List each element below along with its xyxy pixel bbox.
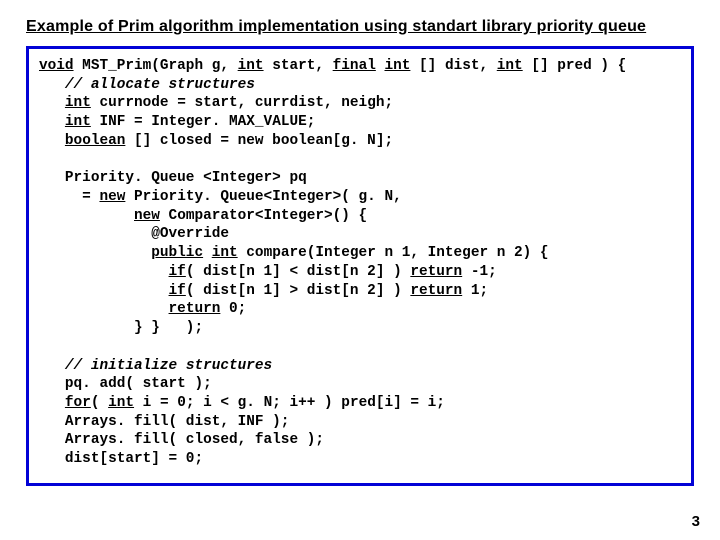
comment: // allocate structures: [65, 77, 255, 93]
comment: // initialize structures: [65, 358, 272, 374]
kw-int: int: [65, 114, 91, 130]
t: dist[start] = 0;: [39, 451, 203, 467]
t: 1;: [462, 283, 488, 299]
kw-new: new: [99, 189, 125, 205]
code-listing: void MST_Prim(Graph g, int start, final …: [39, 57, 681, 469]
kw-int: int: [384, 58, 410, 74]
kw-boolean: boolean: [65, 133, 125, 149]
t: (: [91, 395, 108, 411]
t: [39, 133, 65, 149]
t: i = 0; i < g. N; i++ ) pred[i] = i;: [134, 395, 445, 411]
page-number: 3: [692, 513, 700, 530]
t: [39, 152, 48, 168]
kw-public: public: [151, 245, 203, 261]
t: start,: [264, 58, 333, 74]
kw-return: return: [410, 264, 462, 280]
kw-new: new: [134, 208, 160, 224]
t: [39, 301, 169, 317]
t: ( dist[n 1] > dist[n 2] ): [186, 283, 411, 299]
t: Arrays. fill( closed, false );: [39, 432, 324, 448]
t: [39, 264, 169, 280]
kw-for: for: [65, 395, 91, 411]
kw-int: int: [65, 95, 91, 111]
t: Comparator<Integer>() {: [160, 208, 367, 224]
kw-return: return: [410, 283, 462, 299]
kw-int: int: [108, 395, 134, 411]
t: currnode = start, currdist, neigh;: [91, 95, 393, 111]
t: [] dist,: [410, 58, 496, 74]
t: Priority. Queue <Integer> pq: [39, 170, 307, 186]
t: [203, 245, 212, 261]
kw-void: void: [39, 58, 74, 74]
slide: Example of Prim algorithm implementation…: [0, 0, 720, 540]
kw-return: return: [169, 301, 221, 317]
kw-int: int: [238, 58, 264, 74]
t: [39, 283, 169, 299]
code-box: void MST_Prim(Graph g, int start, final …: [26, 46, 694, 486]
kw-if: if: [169, 283, 186, 299]
t: [39, 358, 65, 374]
t: [39, 339, 48, 355]
kw-int: int: [497, 58, 523, 74]
t: INF = Integer. MAX_VALUE;: [91, 114, 316, 130]
t: [39, 208, 134, 224]
t: MST_Prim(Graph g,: [74, 58, 238, 74]
t: [39, 245, 151, 261]
t: [] pred ) {: [523, 58, 627, 74]
slide-title: Example of Prim algorithm implementation…: [26, 18, 694, 36]
t: Priority. Queue<Integer>( g. N,: [125, 189, 401, 205]
t: [39, 114, 65, 130]
t: Arrays. fill( dist, INF );: [39, 414, 289, 430]
t: [] closed = new boolean[g. N];: [125, 133, 393, 149]
kw-int: int: [212, 245, 238, 261]
t: -1;: [462, 264, 497, 280]
t: pq. add( start );: [39, 376, 212, 392]
t: 0;: [220, 301, 246, 317]
kw-if: if: [169, 264, 186, 280]
t: @Override: [39, 226, 229, 242]
t: =: [39, 189, 99, 205]
t: } } );: [39, 320, 203, 336]
t: [39, 395, 65, 411]
t: ( dist[n 1] < dist[n 2] ): [186, 264, 411, 280]
t: compare(Integer n 1, Integer n 2) {: [238, 245, 549, 261]
kw-final: final: [333, 58, 376, 74]
t: [39, 95, 65, 111]
t: [39, 77, 65, 93]
